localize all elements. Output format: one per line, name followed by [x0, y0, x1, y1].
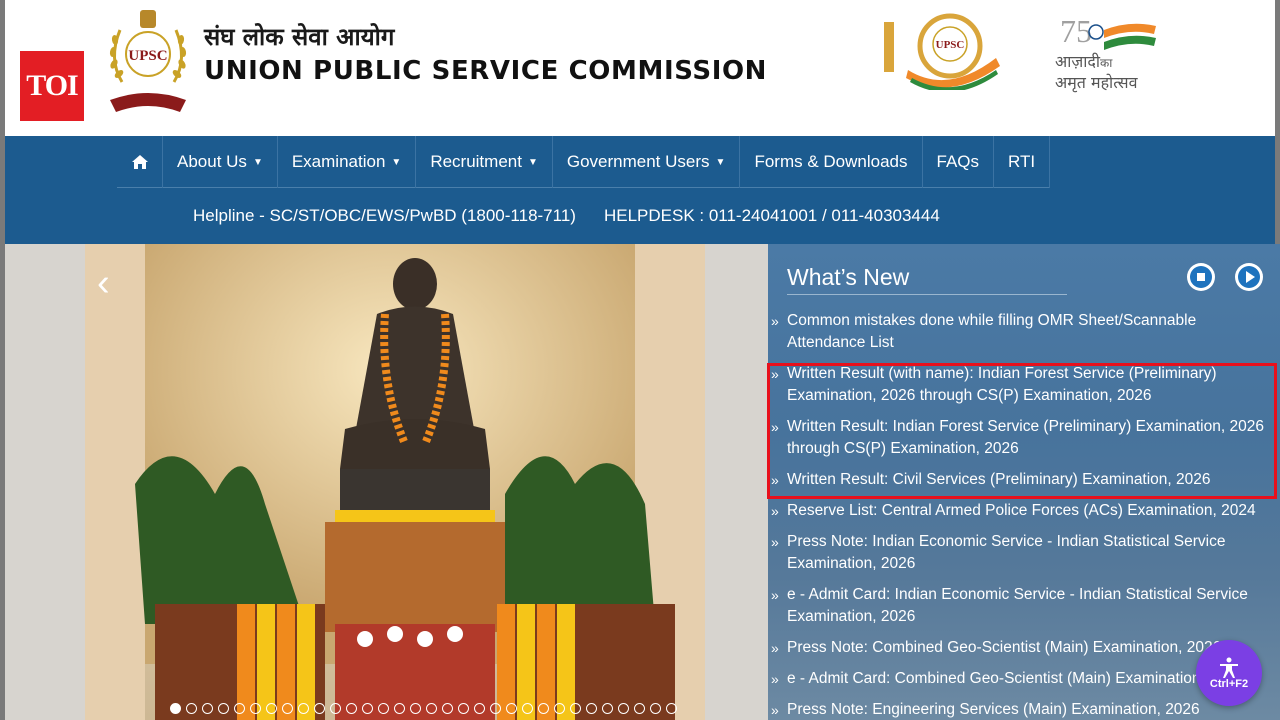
- chevron-down-icon: ▼: [715, 156, 726, 168]
- slider-dot[interactable]: [522, 703, 533, 714]
- stop-button[interactable]: [1187, 263, 1215, 291]
- page-frame: TOI UPSC संघ लोक सेवा आयोग UNION PUBLIC …: [0, 0, 1280, 720]
- chevron-down-icon: ▼: [252, 156, 263, 168]
- news-item[interactable]: Written Result (with name): Indian Fores…: [768, 363, 1280, 407]
- svg-text:75: 75: [1060, 13, 1092, 49]
- azadi-text: आज़ादीका अमृत महोत्सव: [1055, 52, 1138, 92]
- main-navigation: About Us ▼ Examination ▼ Recruitment ▼ Gove…: [5, 136, 1275, 244]
- menu-examination[interactable]: Examination ▼: [278, 136, 417, 188]
- upsc-100-years-logo-icon: UPSC: [884, 13, 1000, 90]
- slider-dots: [170, 703, 677, 714]
- news-item[interactable]: e - Admit Card: Indian Economic Service …: [768, 584, 1280, 628]
- menu-bar: About Us ▼ Examination ▼ Recruitment ▼ Gove…: [117, 136, 1051, 188]
- news-item[interactable]: Reserve List: Central Armed Police Force…: [768, 500, 1280, 522]
- slider-dot[interactable]: [202, 703, 213, 714]
- slider-dot[interactable]: [618, 703, 629, 714]
- slider-dot[interactable]: [394, 703, 405, 714]
- news-item[interactable]: Written Result: Civil Services (Prelimin…: [768, 469, 1280, 491]
- whats-new-panel: What’s New Common mistakes done while fi…: [768, 244, 1280, 720]
- menu-faqs[interactable]: FAQs: [923, 136, 995, 188]
- slider-dot[interactable]: [186, 703, 197, 714]
- menu-rti[interactable]: RTI: [994, 136, 1051, 188]
- slider-dot[interactable]: [602, 703, 613, 714]
- menu-government-users[interactable]: Government Users ▼: [553, 136, 741, 188]
- helpline-text[interactable]: Helpline - SC/ST/OBC/EWS/PwBD (1800-118-…: [193, 206, 576, 226]
- slider-dot[interactable]: [218, 703, 229, 714]
- menu-forms-downloads[interactable]: Forms & Downloads: [740, 136, 923, 188]
- menu-recruitment[interactable]: Recruitment ▼: [416, 136, 553, 188]
- slider-dot[interactable]: [554, 703, 565, 714]
- slider-dot[interactable]: [330, 703, 341, 714]
- site-title-english: UNION PUBLIC SERVICE COMMISSION: [204, 56, 768, 86]
- slider-dot[interactable]: [250, 703, 261, 714]
- slider-dot[interactable]: [234, 703, 245, 714]
- news-item[interactable]: Press Note: Engineering Services (Main) …: [768, 699, 1280, 720]
- title-divider: [787, 294, 1067, 295]
- slider-dot[interactable]: [474, 703, 485, 714]
- slider-dot[interactable]: [666, 703, 677, 714]
- slider-dot[interactable]: [458, 703, 469, 714]
- news-item[interactable]: Press Note: Indian Economic Service - In…: [768, 531, 1280, 575]
- news-item[interactable]: Written Result: Indian Forest Service (P…: [768, 416, 1280, 460]
- slider-dot[interactable]: [298, 703, 309, 714]
- svg-text:UPSC: UPSC: [936, 39, 965, 51]
- slider-dot[interactable]: [634, 703, 645, 714]
- accessibility-button[interactable]: Ctrl+F2: [1196, 640, 1262, 706]
- play-button[interactable]: [1235, 263, 1263, 291]
- slider-dot[interactable]: [378, 703, 389, 714]
- slider-dot[interactable]: [426, 703, 437, 714]
- menu-about-us[interactable]: About Us ▼: [163, 136, 278, 188]
- slider-dot[interactable]: [314, 703, 325, 714]
- slider-dot[interactable]: [442, 703, 453, 714]
- slider-photo: [5, 244, 768, 720]
- slider-dot[interactable]: [538, 703, 549, 714]
- slider-dot[interactable]: [506, 703, 517, 714]
- chevron-down-icon: ▼: [527, 156, 538, 168]
- slider-dot[interactable]: [282, 703, 293, 714]
- slider-prev-arrow-icon[interactable]: ‹: [97, 262, 110, 305]
- toi-badge: TOI: [20, 51, 84, 121]
- svg-text:UPSC: UPSC: [128, 48, 167, 64]
- play-icon: [1245, 271, 1255, 283]
- slider-dot[interactable]: [266, 703, 277, 714]
- slider-dot[interactable]: [362, 703, 373, 714]
- slider-dot[interactable]: [650, 703, 661, 714]
- helpline-bar: Helpline - SC/ST/OBC/EWS/PwBD (1800-118-…: [193, 206, 940, 226]
- slider-dot[interactable]: [490, 703, 501, 714]
- site-title-hindi: संघ लोक सेवा आयोग: [204, 23, 395, 51]
- slider-dot[interactable]: [346, 703, 357, 714]
- slider-dot[interactable]: [170, 703, 181, 714]
- slider-dot[interactable]: [570, 703, 581, 714]
- helpdesk-text[interactable]: HELPDESK : 011-24041001 / 011-40303444: [604, 206, 940, 226]
- accessibility-icon: [1220, 657, 1238, 678]
- news-item[interactable]: Common mistakes done while filling OMR S…: [768, 310, 1280, 354]
- image-slider: [5, 244, 768, 720]
- slider-dot[interactable]: [410, 703, 421, 714]
- accessibility-shortcut: Ctrl+F2: [1209, 678, 1249, 690]
- slider-dot[interactable]: [586, 703, 597, 714]
- whats-new-title: What’s New: [787, 264, 910, 290]
- chevron-down-icon: ▼: [391, 156, 402, 168]
- upsc-emblem-icon[interactable]: UPSC: [100, 4, 196, 122]
- stop-icon: [1197, 273, 1205, 281]
- home-icon[interactable]: [117, 136, 163, 188]
